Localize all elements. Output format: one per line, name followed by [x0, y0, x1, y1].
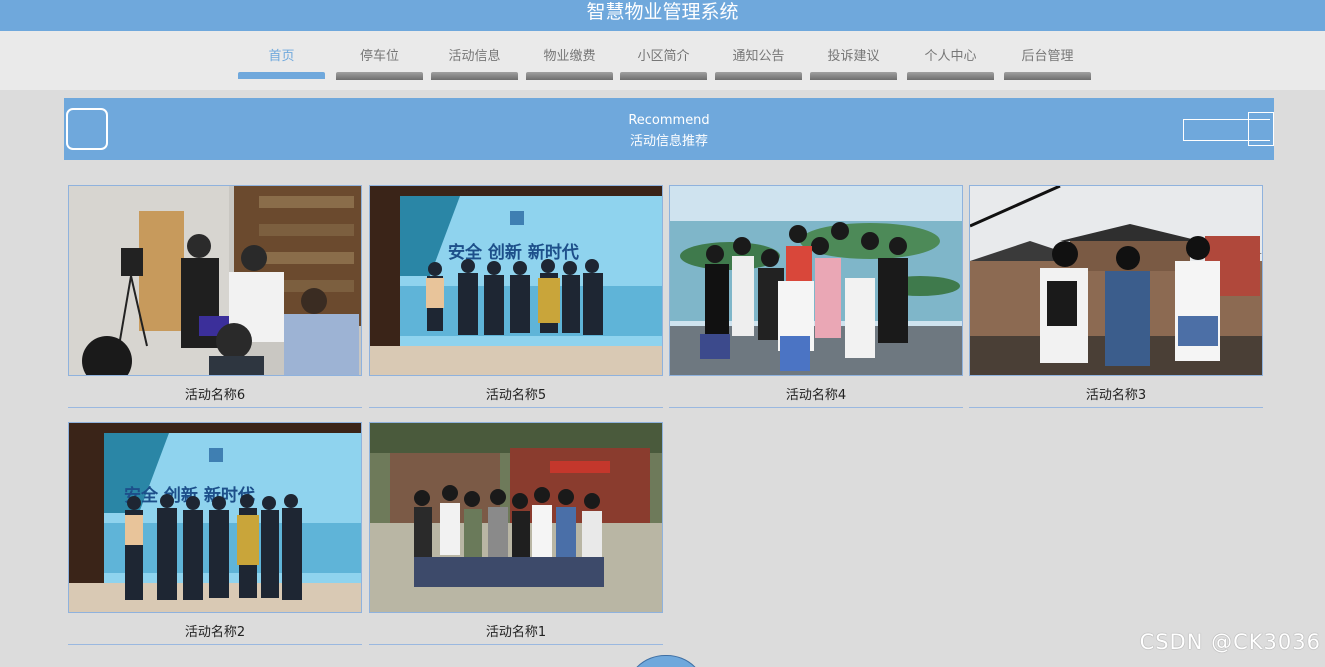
nav-item-personal-center[interactable]: 个人中心 — [907, 49, 994, 81]
activity-name[interactable]: 活动名称2 — [68, 621, 362, 640]
nav-item-notices[interactable]: 通知公告 — [715, 49, 802, 81]
nav-underline — [336, 72, 423, 80]
banner-title-cn: 活动信息推荐 — [629, 134, 708, 149]
card-divider — [969, 407, 1263, 408]
activity-name[interactable]: 活动名称5 — [369, 384, 663, 403]
nav-label: 个人中心 — [924, 49, 977, 64]
activity-photo[interactable] — [68, 185, 362, 376]
activity-card[interactable]: 安全 创新 新时代 活动名称5 — [369, 185, 663, 409]
nav-item-parking[interactable]: 停车位 — [336, 49, 423, 81]
card-divider — [68, 644, 362, 645]
activity-photo[interactable] — [669, 185, 963, 376]
card-divider — [68, 407, 362, 408]
banner-title-en: Recommend — [628, 113, 710, 128]
nav-underline — [526, 72, 613, 80]
nav-underline — [1004, 72, 1091, 80]
nav-underline — [620, 72, 707, 80]
nav-label: 物业缴费 — [543, 49, 596, 64]
nav-item-home[interactable]: 首页 — [238, 49, 325, 81]
nav-item-activities[interactable]: 活动信息 — [431, 49, 518, 81]
app-title-bar: 智慧物业管理系统 — [0, 0, 1325, 31]
activity-card[interactable]: 活动名称3 — [969, 185, 1263, 409]
nav-item-complaints[interactable]: 投诉建议 — [810, 49, 897, 81]
activity-card[interactable]: 活动名称1 — [369, 422, 663, 646]
nav-underline — [715, 72, 802, 80]
nav-label: 小区简介 — [637, 49, 690, 64]
activity-name[interactable]: 活动名称1 — [369, 621, 663, 640]
nav-label: 活动信息 — [448, 49, 501, 64]
nav-underline — [810, 72, 897, 80]
activity-card[interactable]: 安全 创新 新时代 活动名称2 — [68, 422, 362, 646]
activity-name[interactable]: 活动名称4 — [669, 384, 963, 403]
activity-photo[interactable]: 安全 创新 新时代 — [68, 422, 362, 613]
activity-photo[interactable]: 安全 创新 新时代 — [369, 185, 663, 376]
nav-item-admin[interactable]: 后台管理 — [1004, 49, 1091, 81]
card-divider — [669, 407, 963, 408]
nav-item-community-intro[interactable]: 小区简介 — [620, 49, 707, 81]
watermark-text: CSDN @CK3036 — [1139, 630, 1321, 654]
activity-photo[interactable] — [369, 422, 663, 613]
nav-item-property-fees[interactable]: 物业缴费 — [526, 49, 613, 81]
nav-underline — [238, 72, 325, 79]
back-to-top-button[interactable] — [625, 655, 707, 667]
card-divider — [369, 407, 663, 408]
nav-underline — [431, 72, 518, 80]
nav-label: 通知公告 — [732, 49, 785, 64]
nav-label: 停车位 — [359, 49, 399, 64]
nav-underline — [907, 72, 994, 80]
activity-card[interactable]: 活动名称4 — [669, 185, 963, 409]
app-title: 智慧物业管理系统 — [586, 1, 739, 23]
nav-label: 后台管理 — [1021, 49, 1074, 64]
activity-name[interactable]: 活动名称6 — [68, 384, 362, 403]
nav-label: 首页 — [268, 49, 295, 64]
activity-photo[interactable] — [969, 185, 1263, 376]
card-divider — [369, 644, 663, 645]
activity-name[interactable]: 活动名称3 — [969, 384, 1263, 403]
main-nav: 首页 停车位 活动信息 物业缴费 小区简介 通知公告 投诉建议 个人中心 后台管… — [0, 31, 1325, 90]
page: 智慧物业管理系统 首页 停车位 活动信息 物业缴费 小区简介 通知公告 投诉建议 — [0, 0, 1325, 667]
nav-label: 投诉建议 — [827, 49, 880, 64]
activity-card[interactable]: 活动名称6 — [68, 185, 362, 409]
recommend-banner: Recommend 活动信息推荐 — [64, 98, 1274, 160]
